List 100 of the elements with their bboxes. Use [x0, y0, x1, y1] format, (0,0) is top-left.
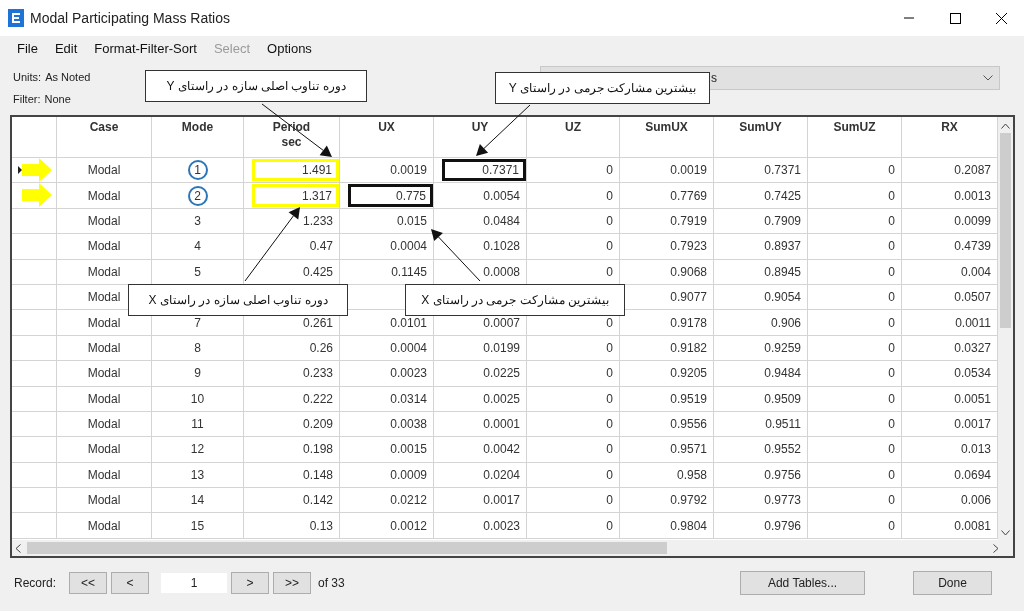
table-cell-text: 0.9571 — [670, 441, 708, 459]
row-header[interactable] — [12, 259, 57, 285]
row-header[interactable] — [12, 310, 57, 336]
table-cell-text: 0 — [606, 517, 614, 535]
record-field[interactable]: 1 — [161, 573, 228, 593]
row-header[interactable] — [12, 411, 57, 438]
table-cell-text: 0.0038 — [390, 416, 428, 434]
table-cell-text: 12 — [190, 441, 205, 459]
table-cell-text: 0 — [606, 416, 614, 434]
table-cell-text: 13 — [190, 466, 205, 484]
pager-button[interactable]: < — [111, 572, 150, 594]
table-cell-text: 0.261 — [302, 314, 334, 332]
table-cell-text: 0 — [606, 441, 614, 459]
menu-item[interactable]: Options — [267, 39, 312, 59]
table-cell-text: 0.198 — [302, 441, 334, 459]
pager-button[interactable]: >> — [273, 572, 312, 594]
table-cell-text: 0.9054 — [764, 289, 802, 307]
table-cell-text: 0.9552 — [764, 441, 802, 459]
table-cell-text: 0.425 — [302, 263, 334, 281]
table-cell-text: 0.7923 — [670, 238, 708, 256]
table-cell-text: 0 — [888, 466, 896, 484]
column-header[interactable]: UY — [471, 120, 489, 157]
table-cell-text: 0.7371 — [764, 162, 802, 180]
scrollbar-thumb[interactable] — [1000, 133, 1011, 328]
table-cell-text: 0.0011 — [955, 314, 992, 332]
scroll-up-icon[interactable] — [1001, 123, 1010, 129]
info-value: None — [44, 91, 71, 107]
table-cell-text: 0 — [888, 314, 896, 332]
table-cell-text: 0.8937 — [764, 238, 802, 256]
column-header[interactable]: SumUZ — [833, 120, 876, 157]
row-header[interactable] — [12, 183, 57, 209]
scroll-right-icon[interactable] — [993, 543, 999, 553]
table-cell-text: Modal — [87, 416, 121, 434]
scrollbar-thumb[interactable] — [27, 542, 667, 554]
row-header[interactable] — [12, 462, 57, 489]
table-cell-text: 0.004 — [960, 263, 992, 281]
table-cell-text: 0 — [606, 339, 614, 357]
table-cell-text: 0.26 — [309, 339, 334, 357]
dialog-button[interactable]: Add Tables... — [740, 571, 865, 595]
column-header[interactable]: SumUX — [645, 120, 688, 157]
column-header[interactable]: Mode — [181, 120, 214, 157]
table-cell-text: 0.142 — [302, 492, 334, 510]
pager-button[interactable]: << — [69, 572, 108, 594]
row-header[interactable] — [12, 437, 57, 463]
table-cell-text: 0.0099 — [954, 212, 992, 230]
table-cell-text: 11 — [191, 416, 204, 434]
table-cell-text: Modal — [87, 187, 121, 205]
table-cell-text: 0.233 — [302, 365, 334, 383]
menu-item[interactable]: File — [17, 39, 38, 59]
table-cell-text: 0.1028 — [483, 238, 521, 256]
column-header[interactable]: RX — [941, 120, 958, 157]
row-header[interactable] — [12, 208, 57, 235]
column-header[interactable]: UZ — [565, 120, 581, 157]
column-header[interactable]: UX — [378, 120, 395, 157]
column-header[interactable]: SumUY — [739, 120, 782, 157]
table-cell-text: 0 — [888, 289, 896, 307]
table-cell-text: 8 — [194, 339, 201, 357]
table-cell-text: 0.0694 — [954, 466, 992, 484]
table-cell-text: 0.9259 — [764, 339, 802, 357]
table-cell-text: 0.0009 — [390, 466, 428, 484]
menu-item[interactable]: Edit — [54, 39, 78, 59]
table-cell-text: 0.222 — [302, 390, 334, 408]
scroll-down-icon[interactable] — [1001, 530, 1010, 536]
dialog-button[interactable]: Done — [913, 571, 992, 595]
table-cell-text: 0.9484 — [764, 365, 802, 383]
row-header[interactable] — [12, 488, 57, 514]
table-cell-text: 0.0015 — [390, 441, 428, 459]
table-cell-text: 0.0507 — [954, 289, 992, 307]
table-cell-text: Modal — [87, 212, 121, 230]
row-header[interactable] — [12, 386, 57, 412]
row-header[interactable] — [12, 158, 57, 184]
table-cell-text: 5 — [194, 263, 201, 281]
table-cell-text: 0.9519 — [670, 390, 708, 408]
table-cell-text: 0.0007 — [483, 314, 521, 332]
table-cell-text: 0.0204 — [483, 466, 521, 484]
pager-button[interactable]: > — [231, 572, 270, 594]
horizontal-scrollbar[interactable] — [12, 540, 1013, 556]
table-cell-text: Modal — [87, 339, 121, 357]
record-total: of 33 — [318, 575, 345, 592]
table-cell-text: 0.0017 — [954, 416, 992, 434]
table-cell-text: 0.0001 — [483, 416, 521, 434]
row-header[interactable] — [12, 234, 57, 260]
row-header[interactable] — [12, 361, 57, 387]
record-label: Record: — [14, 575, 57, 592]
table-cell-text: 0.0327 — [954, 339, 992, 357]
arrow — [261, 103, 332, 157]
row-header[interactable] — [12, 335, 57, 362]
table-cell-text: 0 — [606, 466, 614, 484]
table-cell-text: 4 — [194, 238, 201, 256]
row-header[interactable] — [12, 284, 57, 311]
table-cell-text: Modal — [87, 162, 121, 180]
table-cell-text: 1.233 — [302, 212, 334, 230]
vertical-scrollbar[interactable] — [998, 117, 1013, 540]
menu-item[interactable]: Format-Filter-Sort — [94, 39, 197, 59]
table-cell-text: 0 — [606, 263, 614, 281]
column-header[interactable]: Case — [89, 120, 119, 157]
table-cell-text: 14 — [190, 492, 205, 510]
table-cell-text: 0.0225 — [483, 365, 521, 383]
scroll-left-icon[interactable] — [15, 543, 21, 553]
table-cell-text: 0 — [888, 339, 896, 357]
